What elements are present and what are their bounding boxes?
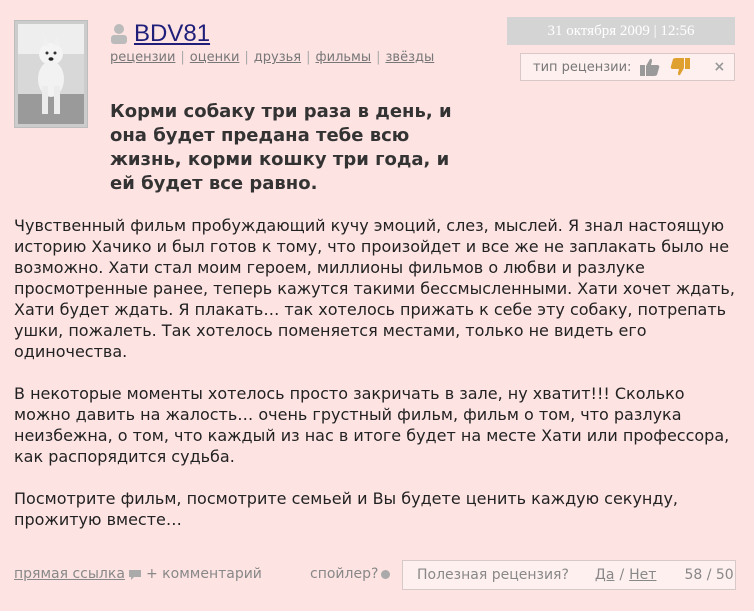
divider: | <box>306 50 311 65</box>
direct-link[interactable]: прямая ссылка <box>14 566 125 582</box>
author-name-link[interactable]: BDV81 <box>134 20 210 48</box>
useful-score: 58 / 50 <box>684 567 734 583</box>
divider: | <box>180 50 185 65</box>
thumb-up-icon[interactable] <box>639 57 661 77</box>
review-title: Корми собаку три раза в день, и она буде… <box>110 101 452 194</box>
review-type-box: тип рецензии: × <box>520 53 735 81</box>
divider: | <box>244 50 249 65</box>
user-icon <box>111 24 127 44</box>
user-link-stars[interactable]: звёзды <box>386 50 435 65</box>
useful-question: Полезная рецензия? <box>417 567 569 583</box>
user-links: рецензии | оценки | друзья | фильмы | зв… <box>110 50 434 65</box>
divider: | <box>376 50 381 65</box>
useful-yes-link[interactable]: Да <box>595 567 615 583</box>
close-icon[interactable]: × <box>713 59 725 75</box>
useful-review-box: Полезная рецензия? Да / Нет 58 / 50 <box>402 560 736 590</box>
review-type-label: тип рецензии: <box>533 59 632 75</box>
review-date: 31 октября 2009 | 12:56 <box>507 17 735 45</box>
thumb-down-icon[interactable] <box>669 57 691 77</box>
divider: / <box>619 567 625 583</box>
user-link-reviews[interactable]: рецензии <box>110 50 175 65</box>
review-body: Чувственный фильм пробуждающий кучу эмоц… <box>14 215 736 551</box>
spoiler-toggle[interactable]: спойлер? <box>310 566 391 582</box>
avatar[interactable] <box>14 20 88 128</box>
author: BDV81 <box>110 20 210 48</box>
spoiler-dot-icon <box>381 569 391 579</box>
review-paragraph: Чувственный фильм пробуждающий кучу эмоц… <box>14 216 735 361</box>
add-comment-link[interactable]: + комментарий <box>146 566 262 582</box>
review-footer: прямая ссылка + комментарий спойлер? Пол… <box>14 560 736 590</box>
comment-icon <box>129 570 141 580</box>
useful-no-link[interactable]: Нет <box>629 567 656 583</box>
spoiler-label: спойлер? <box>310 566 379 582</box>
user-link-ratings[interactable]: оценки <box>190 50 240 65</box>
dog-photo <box>18 24 84 124</box>
user-link-friends[interactable]: друзья <box>254 50 301 65</box>
user-link-films[interactable]: фильмы <box>316 50 372 65</box>
review-paragraph: В некоторые моменты хотелось просто закр… <box>14 384 730 466</box>
review-paragraph: Посмотрите фильм, посмотрите семьей и Вы… <box>14 489 678 529</box>
